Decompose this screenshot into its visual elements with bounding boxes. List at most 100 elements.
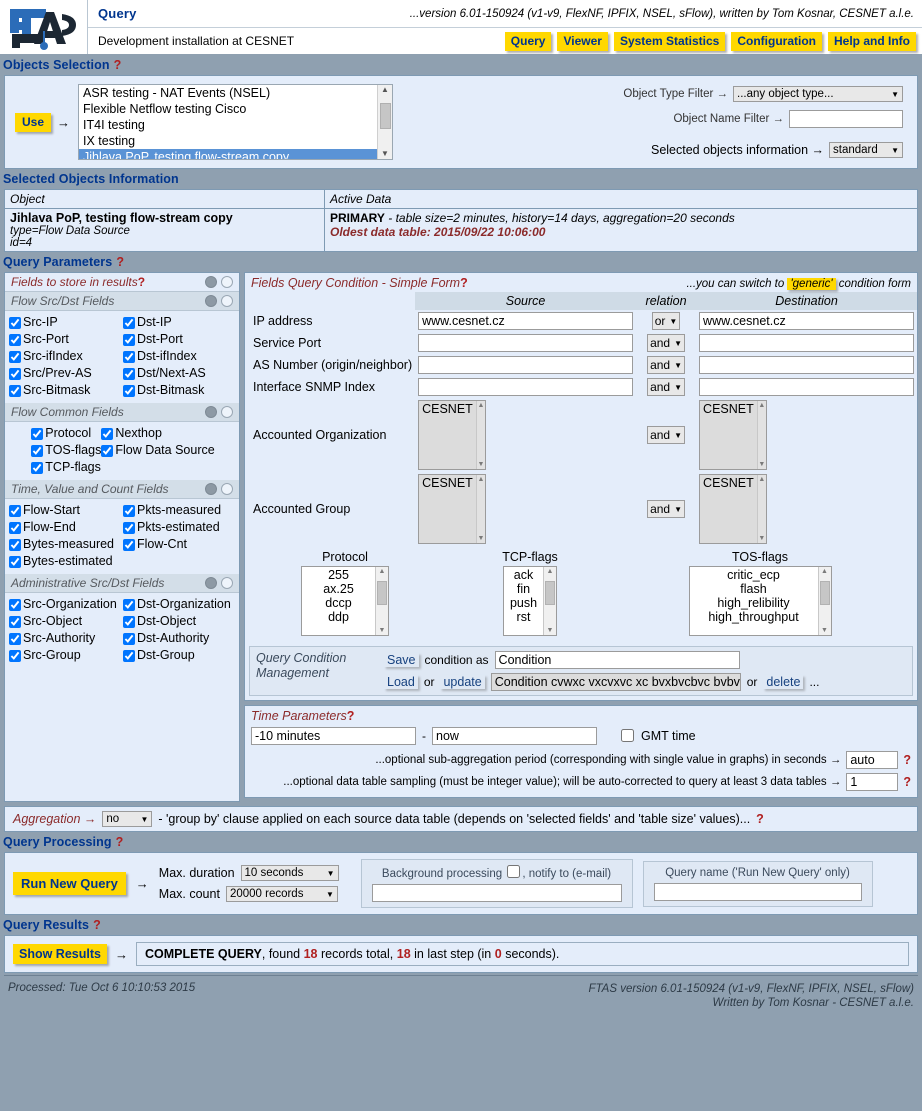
tos-flags-items[interactable]: critic_ecp flash high_relibility high_th…: [690, 567, 818, 635]
checkbox-input[interactable]: [9, 333, 21, 346]
nav-viewer[interactable]: Viewer: [557, 31, 608, 51]
checkbox-dst-authority[interactable]: Dst-Authority: [123, 630, 237, 647]
protocol-list[interactable]: 255 ax.25 dccp ddp ▲ ▼: [301, 566, 389, 636]
snmp-index-source-input[interactable]: [418, 378, 634, 396]
save-condition-button[interactable]: Save: [384, 653, 419, 667]
checkbox-flow-start[interactable]: Flow-Start: [9, 502, 123, 519]
checkbox-input[interactable]: [621, 729, 634, 742]
as-number-source-input[interactable]: [418, 356, 634, 374]
checkbox-input[interactable]: [9, 615, 21, 628]
checkbox-tos-flags[interactable]: TOS-flags: [31, 442, 101, 459]
gmt-time-checkbox[interactable]: GMT time: [617, 726, 696, 745]
list-item[interactable]: 255: [305, 568, 372, 582]
service-port-destination-input[interactable]: [699, 334, 914, 352]
checkbox-src-ifindex[interactable]: Src-ifIndex: [9, 348, 123, 365]
fields-panel-toggle[interactable]: [205, 276, 233, 288]
checkbox-input[interactable]: [123, 384, 135, 397]
checkbox-dst-next-as[interactable]: Dst/Next-AS: [123, 365, 237, 382]
checkbox-src-group[interactable]: Src-Group: [9, 647, 123, 664]
list-item[interactable]: ddp: [305, 610, 372, 624]
load-condition-button[interactable]: Load: [384, 675, 418, 689]
toggle-off-icon[interactable]: [221, 295, 233, 307]
checkbox-flow-data-source[interactable]: Flow Data Source: [101, 442, 215, 459]
checkbox-input[interactable]: [123, 538, 135, 551]
list-item[interactable]: CESNET: [700, 401, 757, 469]
ip-address-destination-input[interactable]: [699, 312, 914, 330]
checkbox-bytes-estimated[interactable]: Bytes-estimated: [9, 553, 123, 570]
max-duration-select[interactable]: 10 seconds ▼: [240, 865, 339, 881]
checkbox-input[interactable]: [123, 649, 135, 662]
checkbox-src-prev-as[interactable]: Src/Prev-AS: [9, 365, 123, 382]
nav-help-and-info[interactable]: Help and Info: [828, 31, 916, 51]
use-button[interactable]: Use: [15, 112, 52, 132]
checkbox-input[interactable]: [9, 521, 21, 534]
checkbox-pkts-measured[interactable]: Pkts-measured: [123, 502, 237, 519]
toggle-on-icon[interactable]: [205, 483, 217, 495]
checkbox-input[interactable]: [123, 598, 135, 611]
checkbox-input[interactable]: [9, 384, 21, 397]
checkbox-flow-end[interactable]: Flow-End: [9, 519, 123, 536]
toggle-on-icon[interactable]: [205, 295, 217, 307]
ip-address-source-input[interactable]: [418, 312, 634, 330]
list-scrollbar[interactable]: ▲ ▼: [475, 401, 486, 469]
accounted-organization-relation-select[interactable]: and ▼: [647, 426, 686, 444]
checkbox-src-object[interactable]: Src-Object: [9, 613, 123, 630]
accounted-group-source-list[interactable]: CESNET ▲ ▼: [418, 474, 487, 544]
scrollbar-thumb[interactable]: [380, 103, 392, 129]
toggle-off-icon[interactable]: [221, 406, 233, 418]
group-toggle[interactable]: [205, 577, 233, 589]
snmp-index-relation-select[interactable]: and ▼: [647, 378, 686, 396]
toggle-off-icon[interactable]: [221, 577, 233, 589]
checkbox-input[interactable]: [123, 632, 135, 645]
list-scrollbar[interactable]: ▲ ▼: [375, 567, 388, 635]
checkbox-input[interactable]: [123, 316, 135, 329]
toggle-on-icon[interactable]: [205, 577, 217, 589]
list-item[interactable]: Flexible Netflow testing Cisco: [79, 101, 377, 117]
checkbox-input[interactable]: [31, 461, 44, 474]
query-results-help-icon[interactable]: ?: [93, 918, 101, 932]
query-parameters-help-icon[interactable]: ?: [116, 255, 124, 269]
list-scrollbar[interactable]: ▲ ▼: [475, 475, 486, 543]
list-item[interactable]: dccp: [305, 596, 372, 610]
snmp-index-destination-input[interactable]: [699, 378, 914, 396]
list-scrollbar[interactable]: ▲ ▼: [817, 567, 831, 635]
checkbox-dst-port[interactable]: Dst-Port: [123, 331, 237, 348]
listbox-scrollbar[interactable]: ▲ ▼: [377, 85, 393, 159]
service-port-source-input[interactable]: [418, 334, 634, 352]
list-item[interactable]: flash: [693, 582, 815, 596]
checkbox-input[interactable]: [101, 444, 114, 457]
checkbox-dst-group[interactable]: Dst-Group: [123, 647, 237, 664]
list-item[interactable]: high_throughput: [693, 610, 815, 624]
checkbox-input[interactable]: [9, 538, 21, 551]
accounted-group-relation-select[interactable]: and ▼: [647, 500, 686, 518]
protocol-items[interactable]: 255 ax.25 dccp ddp: [302, 567, 375, 635]
checkbox-src-authority[interactable]: Src-Authority: [9, 630, 123, 647]
selected-objects-info-select[interactable]: standard ▼: [829, 142, 903, 158]
as-number-destination-input[interactable]: [699, 356, 914, 374]
accounted-organization-source-list[interactable]: CESNET ▲ ▼: [418, 400, 487, 470]
checkbox-input[interactable]: [123, 521, 135, 534]
object-name-filter-input[interactable]: [789, 110, 903, 128]
list-item[interactable]: fin: [507, 582, 540, 596]
list-item[interactable]: CESNET: [419, 475, 476, 543]
checkbox-protocol[interactable]: Protocol: [31, 425, 101, 442]
saved-condition-select[interactable]: Condition cvwxc vxcvxvc xc bvxbvcbvc bvb…: [490, 673, 741, 691]
nav-configuration[interactable]: Configuration: [731, 31, 822, 51]
as-number-relation-select[interactable]: and ▼: [647, 356, 686, 374]
scroll-up-icon[interactable]: ▲: [381, 85, 389, 95]
checkbox-input[interactable]: [9, 316, 21, 329]
checkbox-dst-ip[interactable]: Dst-IP: [123, 314, 237, 331]
checkbox-src-ip[interactable]: Src-IP: [9, 314, 123, 331]
max-count-select[interactable]: 20000 records ▼: [225, 886, 338, 902]
list-item[interactable]: CESNET: [700, 475, 757, 543]
checkbox-input[interactable]: [9, 555, 21, 568]
subaggregation-input[interactable]: [846, 751, 899, 769]
list-item[interactable]: IX testing: [79, 133, 377, 149]
checkbox-nexthop[interactable]: Nexthop: [101, 425, 214, 442]
toggle-on-icon[interactable]: [205, 406, 217, 418]
checkbox-dst-ifindex[interactable]: Dst-ifIndex: [123, 348, 237, 365]
update-condition-button[interactable]: update: [440, 675, 485, 689]
checkbox-input[interactable]: [31, 444, 44, 457]
checkbox-flow-cnt[interactable]: Flow-Cnt: [123, 536, 237, 553]
generic-form-link[interactable]: 'generic': [787, 278, 836, 290]
